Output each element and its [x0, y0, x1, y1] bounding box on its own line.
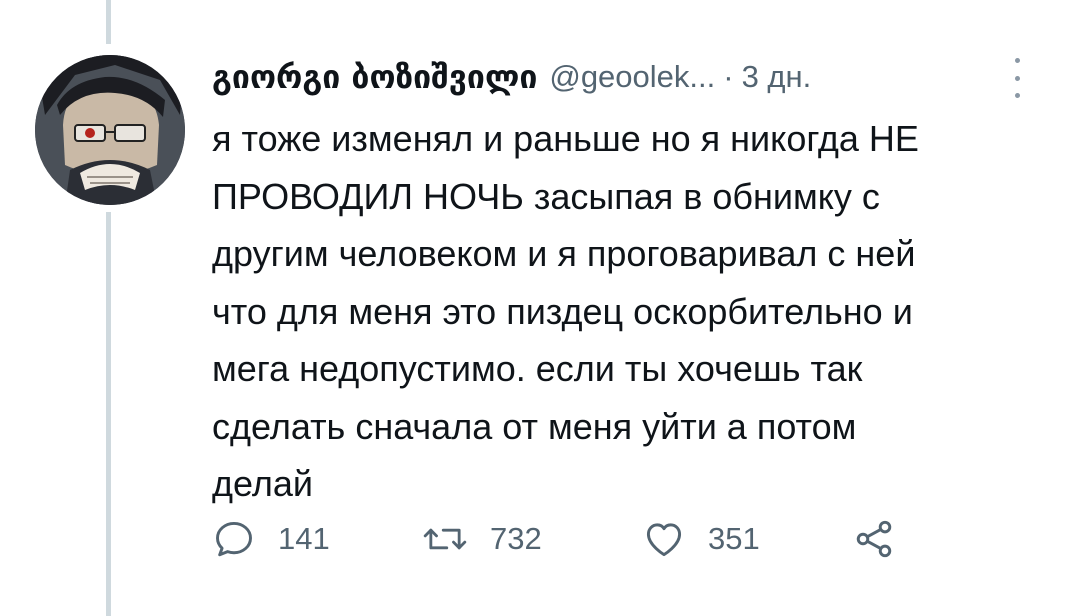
like-button[interactable]: 351: [642, 514, 760, 564]
avatar[interactable]: [35, 55, 185, 205]
share-icon: [856, 520, 892, 558]
tweet-text: я тоже изменял и раньше но я никогда НЕ …: [212, 110, 1042, 513]
thread-line-bottom: [106, 212, 111, 616]
share-button[interactable]: [852, 514, 896, 564]
reply-icon: [216, 521, 252, 557]
tweet-line: мега недопустимо. если ты хочешь так: [212, 348, 863, 389]
tweet-line: сделать сначала от меня уйти а потом: [212, 405, 857, 447]
tweet-time[interactable]: 3 дн.: [742, 59, 812, 95]
user-handle[interactable]: @geoolek...: [549, 59, 715, 95]
tweet-line: что для меня это пиздец оскорбительно и: [212, 290, 913, 332]
display-name[interactable]: გიორგი ბოზიშვილი: [212, 58, 537, 96]
tweet-line: ПРОВОДИЛ НОЧЬ засыпая в обнимку с: [212, 175, 880, 217]
tweet-actions: 141 732 351: [212, 514, 972, 564]
retweet-icon: [423, 528, 467, 550]
like-count: 351: [708, 521, 760, 556]
header-separator: ·: [723, 59, 734, 94]
tweet-line: я тоже изменял и раньше но я никогда НЕ: [212, 118, 919, 159]
tweet-line: другим человеком и я проговаривал с ней: [212, 233, 916, 274]
retweet-button[interactable]: 732: [422, 514, 542, 564]
reply-button[interactable]: 141: [212, 514, 330, 564]
retweet-count: 732: [490, 521, 542, 556]
thread-line-top: [106, 0, 111, 44]
tweet-line: делай: [212, 463, 313, 504]
like-icon: [646, 523, 682, 557]
reply-count: 141: [278, 521, 330, 556]
more-icon[interactable]: [1012, 58, 1022, 98]
tweet-header: გიორგი ბოზიშვილი @geoolek... · 3 дн.: [212, 52, 1042, 102]
avatar-image: [35, 55, 185, 205]
